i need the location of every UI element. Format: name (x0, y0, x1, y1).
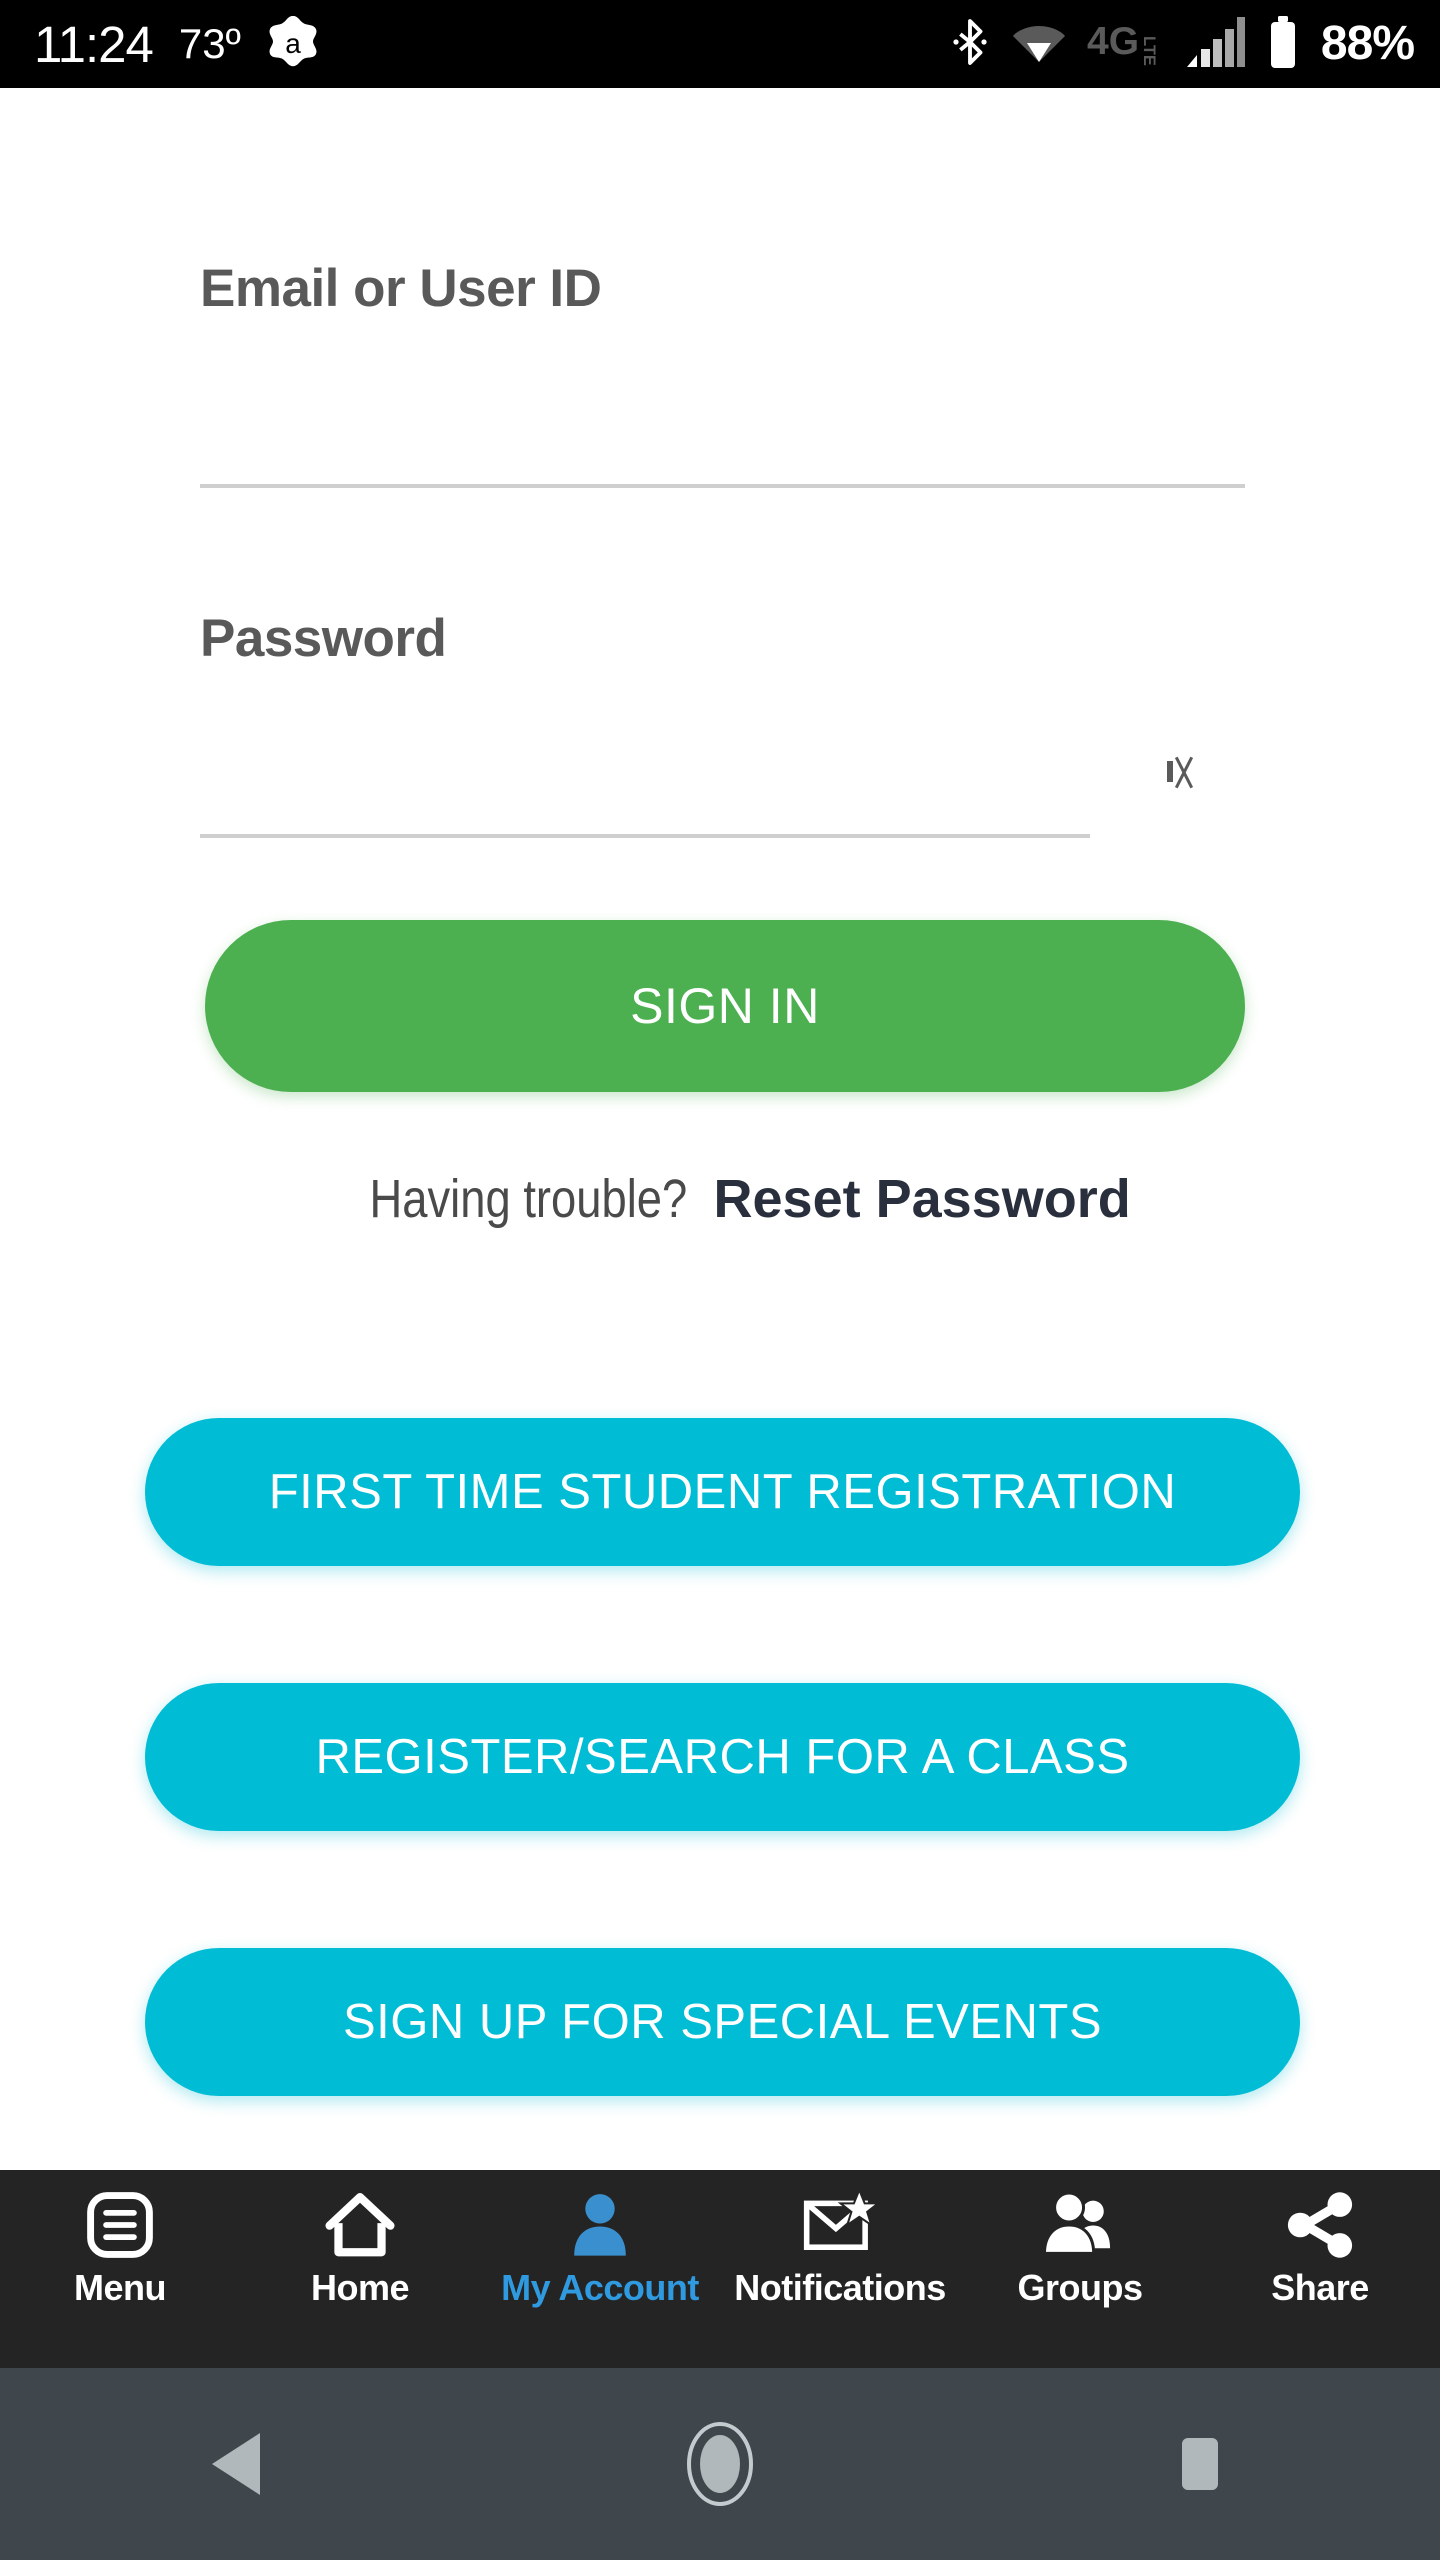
show-password-icon[interactable] (1155, 740, 1185, 802)
back-triangle-icon[interactable] (0, 2368, 480, 2560)
person-icon (564, 2186, 636, 2264)
reset-password-link[interactable]: Reset Password (714, 1168, 1131, 1230)
svg-text:LTE: LTE (1140, 36, 1158, 66)
battery-icon (1267, 15, 1299, 73)
email-input[interactable] (200, 398, 1245, 482)
help-row: Having trouble? Reset Password (0, 1168, 1440, 1230)
bottom-navigation-bar: Menu Home My Account Notifications Group… (0, 2170, 1440, 2368)
status-bar: 11:24 73º a 4G LTE 88% (0, 0, 1440, 88)
nav-item-my-account[interactable]: My Account (480, 2170, 720, 2368)
people-icon (1039, 2186, 1121, 2264)
status-bar-left: 11:24 73º a (0, 15, 319, 73)
battery-percent: 88% (1320, 17, 1415, 70)
having-trouble-text: Having trouble? (369, 1169, 688, 1229)
email-field-underline (200, 484, 1245, 488)
home-circle-icon[interactable] (480, 2368, 960, 2560)
nav-item-menu[interactable]: Menu (0, 2170, 240, 2368)
nav-label-my-account: My Account (501, 2267, 699, 2308)
nav-item-notifications[interactable]: Notifications (720, 2170, 960, 2368)
password-input[interactable] (200, 748, 1090, 832)
nav-label-share: Share (1271, 2267, 1369, 2308)
first-time-student-registration-button[interactable]: FIRST TIME STUDENT REGISTRATION (145, 1418, 1300, 1566)
email-field-label: Email or User ID (200, 259, 602, 318)
envelope-star-icon (802, 2186, 878, 2264)
nav-label-groups: Groups (1017, 2267, 1143, 2308)
system-navigation-bar (0, 2368, 1440, 2560)
register-search-for-a-class-button[interactable]: REGISTER/SEARCH FOR A CLASS (145, 1683, 1300, 1831)
cellular-signal-icon (1186, 16, 1245, 72)
menu-icon (84, 2186, 156, 2264)
nav-item-home[interactable]: Home (240, 2170, 480, 2368)
missing-glyph-box (1167, 760, 1173, 782)
nav-item-share[interactable]: Share (1200, 2170, 1440, 2368)
share-icon (1282, 2186, 1358, 2264)
svg-text:4G: 4G (1087, 20, 1139, 63)
sign-in-button[interactable]: SIGN IN (205, 920, 1245, 1092)
nav-label-menu: Menu (74, 2267, 167, 2308)
bluetooth-icon (949, 17, 991, 72)
recents-square-icon[interactable] (960, 2368, 1440, 2560)
wifi-icon (1012, 20, 1065, 69)
svg-text:a: a (285, 28, 301, 59)
nav-label-notifications: Notifications (734, 2267, 946, 2308)
status-bar-clock: 11:24 (34, 15, 154, 73)
app-screen: 11:24 73º a 4G LTE 88% Email or User ID … (0, 0, 1440, 2560)
avast-icon: a (267, 15, 319, 73)
status-bar-temperature: 73º (178, 20, 241, 67)
status-bar-right: 4G LTE 88% (949, 15, 1440, 73)
network-type-icon: 4G LTE (1087, 18, 1165, 71)
password-field-underline (200, 834, 1090, 838)
nav-item-groups[interactable]: Groups (960, 2170, 1200, 2368)
home-icon (322, 2186, 398, 2264)
password-field-label: Password (200, 609, 447, 668)
sign-up-for-special-events-button[interactable]: SIGN UP FOR SPECIAL EVENTS (145, 1948, 1300, 2096)
nav-label-home: Home (310, 2267, 410, 2308)
